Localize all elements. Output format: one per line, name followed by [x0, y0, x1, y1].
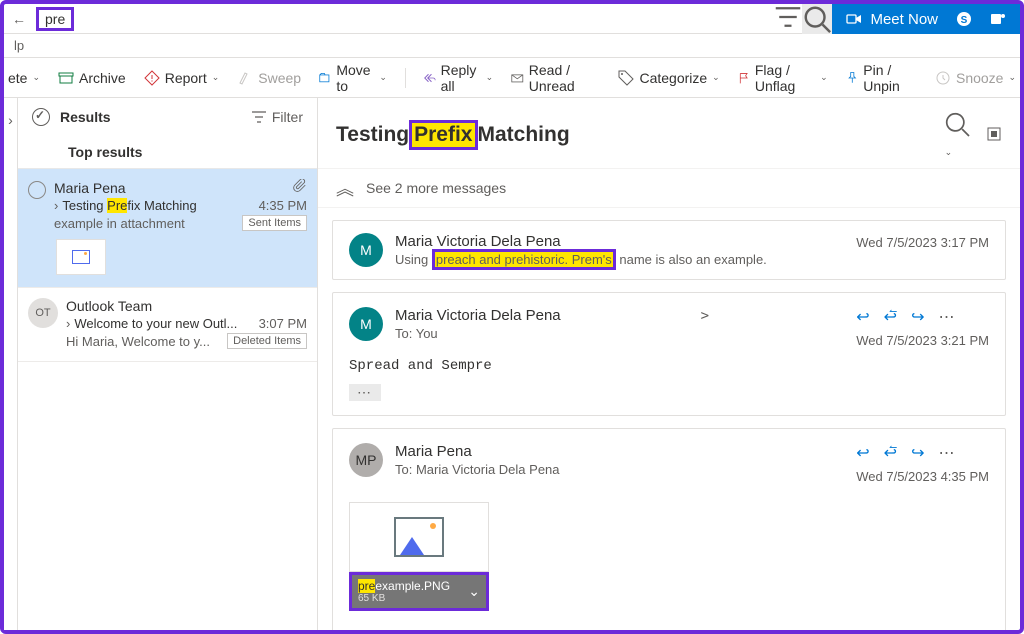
message-date: Wed 7/5/2023 4:35 PM — [856, 469, 989, 484]
meet-now-button[interactable]: Meet Now — [846, 11, 938, 28]
search-button[interactable] — [802, 4, 832, 34]
report-button[interactable]: Report⌄ — [144, 70, 220, 86]
message-body: example in attachment — [349, 629, 989, 630]
read-unread-button[interactable]: Read / Unread — [511, 62, 600, 94]
sweep-button[interactable]: Sweep — [237, 70, 301, 86]
filter-button[interactable]: Filter — [251, 109, 303, 125]
avatar: M — [349, 233, 383, 267]
attachment-filename: preexample.PNG — [358, 579, 450, 593]
item-time: 4:35 PM — [259, 198, 307, 213]
message-card[interactable]: M Maria Victoria Dela Pena > To: You ↩ ↩… — [332, 292, 1006, 416]
meet-now-label: Meet Now — [870, 11, 938, 28]
message-body: Spread and Sempre — [349, 358, 989, 374]
popout-icon[interactable] — [986, 126, 1002, 145]
search-query: pre — [36, 7, 74, 31]
back-arrow[interactable]: ← — [4, 11, 34, 27]
flag-button[interactable]: Flag / Unflag⌄ — [738, 62, 828, 94]
sender-name: Maria Pena — [395, 443, 844, 460]
item-from: Outlook Team — [66, 298, 152, 314]
select-all-icon[interactable] — [32, 108, 50, 126]
see-more-messages[interactable]: ︽ See 2 more messages — [318, 169, 1020, 208]
header-bar: ← pre Meet Now S — [4, 4, 1020, 34]
reply-icon[interactable]: ↩ — [856, 443, 869, 463]
expand-quoted-icon[interactable]: ⋯ — [349, 384, 381, 401]
attachment-size: 65 KB — [358, 593, 450, 604]
item-from: Maria Pena — [54, 180, 126, 196]
svg-text:S: S — [961, 15, 968, 26]
more-actions-icon[interactable]: ⋯ — [938, 443, 956, 463]
search-input[interactable]: pre — [34, 7, 774, 31]
avatar: MP — [349, 443, 383, 477]
archive-button[interactable]: Archive — [58, 70, 126, 86]
reply-all-icon[interactable]: ↩⃐ — [884, 307, 897, 327]
item-preview: example in attachment — [54, 216, 185, 231]
sender-name: Maria Victoria Dela Pena — [395, 307, 561, 324]
avatar: M — [349, 307, 383, 341]
forward-icon[interactable]: ↪ — [911, 443, 924, 463]
chevron-right-icon: › — [54, 198, 58, 213]
item-preview: Hi Maria, Welcome to y... — [66, 334, 210, 349]
attachment-icon — [293, 179, 307, 196]
message-snippet: Using preach and prehistoric. Prem's nam… — [395, 252, 844, 267]
skype-icon[interactable]: S — [956, 11, 972, 27]
branding-bar: Meet Now S — [832, 4, 1020, 34]
search-filter-icon[interactable] — [774, 3, 802, 34]
categorize-button[interactable]: Categorize⌄ — [618, 70, 719, 86]
list-item[interactable]: Maria Pena › Testing Prefix Matching 4:3… — [18, 169, 317, 288]
top-results-header: Top results — [18, 136, 317, 169]
delete-button[interactable]: ete⌄ — [8, 70, 40, 86]
results-list: Results Filter Top results Maria Pena — [18, 98, 318, 630]
attachment-thumbnail[interactable] — [56, 239, 106, 275]
reply-all-button[interactable]: Reply all⌄ — [424, 62, 494, 94]
pin-button[interactable]: Pin / Unpin — [846, 62, 917, 94]
reading-pane: Testing Prefix Matching ⌄ ︽ See 2 more m… — [318, 98, 1020, 630]
message-card[interactable]: MP Maria Pena To: Maria Victoria Dela Pe… — [332, 428, 1006, 630]
sidebar-expand[interactable]: › — [4, 98, 18, 630]
attachment-preview — [349, 502, 489, 572]
results-label: Results — [60, 109, 111, 125]
message-date: Wed 7/5/2023 3:17 PM — [856, 235, 989, 250]
sender-name: Maria Victoria Dela Pena — [395, 233, 844, 250]
avatar: OT — [28, 298, 58, 328]
select-item-icon[interactable] — [28, 181, 46, 199]
teams-icon[interactable] — [990, 11, 1006, 27]
recipient: To: You — [395, 326, 844, 341]
message-date: Wed 7/5/2023 3:21 PM — [856, 333, 989, 348]
recipient: To: Maria Victoria Dela Pena — [395, 462, 844, 477]
item-folder: Sent Items — [242, 215, 307, 231]
forward-indicator-icon: > — [701, 308, 709, 324]
attachment-dropdown-icon[interactable]: ⌄ — [468, 583, 480, 600]
chevron-right-icon: › — [66, 316, 70, 331]
item-time: 3:07 PM — [259, 316, 307, 331]
attachment[interactable]: preexample.PNG 65 KB ⌄ — [349, 502, 489, 611]
subheader: lp — [4, 34, 1020, 58]
list-item[interactable]: OT Outlook Team › Welcome to your new Ou… — [18, 288, 317, 362]
more-actions-icon[interactable]: ⋯ — [938, 307, 956, 327]
forward-icon[interactable]: ↪ — [911, 307, 924, 327]
move-button[interactable]: Move to⌄ — [319, 62, 387, 94]
item-folder: Deleted Items — [227, 333, 307, 349]
snooze-button[interactable]: Snooze⌄ — [935, 70, 1016, 86]
command-toolbar: ete⌄ Archive Report⌄ Sweep Move to⌄ Repl… — [4, 58, 1020, 98]
zoom-icon[interactable]: ⌄ — [945, 112, 972, 158]
reply-all-icon[interactable]: ↩⃐ — [884, 443, 897, 463]
reply-icon[interactable]: ↩ — [856, 307, 869, 327]
message-card[interactable]: M Maria Victoria Dela Pena Using preach … — [332, 220, 1006, 280]
conversation-title: Testing Prefix Matching — [336, 120, 933, 150]
